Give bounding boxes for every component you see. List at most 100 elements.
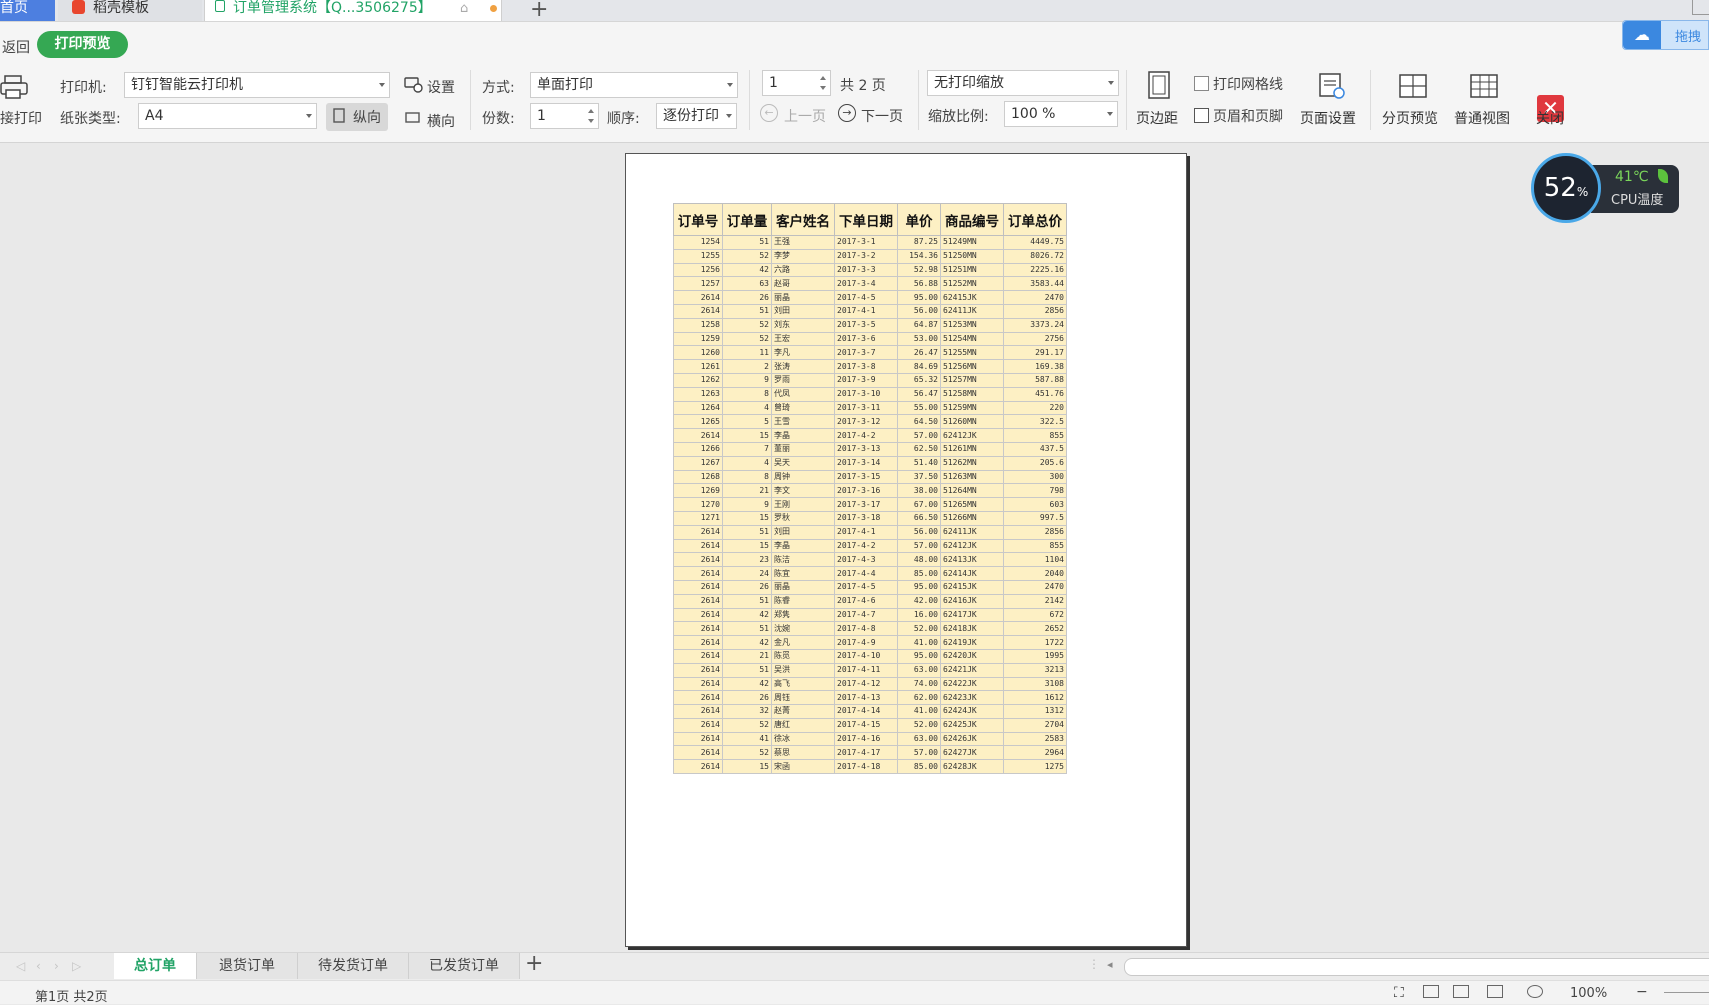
table-cell: 62422JK xyxy=(940,676,1004,692)
arrow-down-icon[interactable] xyxy=(820,86,826,90)
printer-select[interactable]: 钉钉智能云打印机 xyxy=(124,72,390,98)
table-cell: 1271 xyxy=(673,510,723,526)
arrow-up-icon[interactable] xyxy=(588,109,594,113)
table-cell: 1995 xyxy=(1003,648,1067,664)
print-gridlines-checkbox[interactable]: 打印网格线 xyxy=(1194,74,1283,94)
paper-type-select[interactable]: A4 xyxy=(138,103,317,129)
zoom-slider[interactable] xyxy=(1664,992,1709,993)
reading-mode-icon[interactable] xyxy=(1487,985,1503,998)
portrait-button[interactable]: 纵向 xyxy=(326,103,388,131)
zoom-select[interactable]: 100 % xyxy=(1004,101,1118,127)
table-cell: 74.00 xyxy=(897,676,941,692)
page-setup-icon[interactable] xyxy=(1318,72,1346,100)
table-cell: 1261 xyxy=(673,359,723,374)
table-cell: 15 xyxy=(722,428,772,443)
table-cell: 51262MN xyxy=(940,455,1004,471)
table-cell: 64.50 xyxy=(897,414,941,430)
pin-icon[interactable]: ⌂ xyxy=(460,1,468,16)
table-row: 2614 15 李晶 2017-4-2 57.00 62412JK 855 xyxy=(673,538,1067,554)
table-row: 2614 32 赵菁 2017-4-14 41.00 62424JK 1312 xyxy=(673,704,1067,719)
landscape-page-icon xyxy=(405,112,420,123)
table-cell: 95.00 xyxy=(897,290,941,305)
settings-button[interactable]: 设置 xyxy=(427,77,455,97)
sheet-tab-return-orders[interactable]: 退货订单 xyxy=(197,953,298,979)
arrow-down-icon[interactable] xyxy=(588,119,594,123)
copies-label: 份数: xyxy=(482,111,515,127)
table-cell: 85.00 xyxy=(897,759,941,775)
direct-print-button[interactable]: 直接打印 xyxy=(0,108,42,128)
next-sheet-icon[interactable]: › xyxy=(54,959,59,973)
table-cell: 2614 xyxy=(673,593,723,609)
eye-protection-icon[interactable] xyxy=(1527,985,1543,998)
scroll-left-icon[interactable]: ◂ xyxy=(1107,958,1113,971)
new-tab-button[interactable]: + xyxy=(530,0,548,22)
last-sheet-icon[interactable]: ▷ xyxy=(72,959,81,973)
print-order-select[interactable]: 逐份打印 xyxy=(656,103,737,129)
tab-home[interactable]: 首页 xyxy=(0,0,55,21)
table-cell: 刘田 xyxy=(771,524,835,540)
table-cell: 2614 xyxy=(673,607,723,623)
print-scale-select[interactable]: 无打印缩放 xyxy=(927,70,1119,96)
table-cell: 罗雨 xyxy=(771,372,835,388)
page-layout-icon[interactable] xyxy=(1453,985,1469,998)
normal-view-status-icon[interactable] xyxy=(1423,985,1439,998)
zoom-out-icon[interactable]: − xyxy=(1636,984,1648,1000)
header-footer-button[interactable]: 页眉和页脚 xyxy=(1194,106,1283,126)
table-cell: 322.5 xyxy=(1003,414,1067,430)
normal-view-button[interactable]: 普通视图 xyxy=(1454,108,1510,128)
table-cell: 2017-4-12 xyxy=(834,676,898,692)
printer-icon[interactable] xyxy=(0,74,28,100)
landscape-button[interactable]: 横向 xyxy=(427,111,455,131)
cloud-drop-widget[interactable]: ☁ 拖拽 xyxy=(1622,20,1709,50)
printer-settings-icon[interactable] xyxy=(403,74,423,94)
back-button[interactable]: 返回 xyxy=(2,37,30,57)
margins-button[interactable]: 页边距 xyxy=(1136,108,1178,128)
margins-icon[interactable] xyxy=(1146,70,1172,100)
table-cell: 57.00 xyxy=(897,745,941,761)
table-cell: 2017-3-2 xyxy=(834,248,898,264)
page-break-preview-button[interactable]: 分页预览 xyxy=(1382,108,1438,128)
arrow-up-icon[interactable] xyxy=(820,76,826,80)
page-number-stepper[interactable]: 1 xyxy=(762,70,831,96)
tab-template[interactable]: 稻壳模板 xyxy=(58,0,202,21)
table-cell: 王强 xyxy=(771,235,835,250)
page-setup-button[interactable]: 页面设置 xyxy=(1300,108,1356,128)
table-cell: 2017-4-2 xyxy=(834,428,898,443)
table-cell: 62.00 xyxy=(897,690,941,706)
tab-document[interactable]: 订单管理系统【Q...3506275】 xyxy=(204,0,502,21)
copies-stepper[interactable]: 1 xyxy=(530,103,599,129)
window-restore-icon[interactable] xyxy=(1692,0,1709,15)
page-break-preview-icon[interactable] xyxy=(1398,73,1428,99)
sheet-tab-total-orders[interactable]: 总订单 xyxy=(114,953,197,979)
status-zoom[interactable]: 100% xyxy=(1570,986,1607,1001)
tab-document-label: 订单管理系统【Q...3506275】 xyxy=(233,0,432,16)
cpu-temperature-label: CPU温度 xyxy=(1611,193,1664,208)
prev-page-button[interactable]: 上一页 xyxy=(784,106,826,126)
chevron-down-icon xyxy=(379,83,385,87)
print-mode-select[interactable]: 单面打印 xyxy=(530,72,738,98)
table-cell: 刘东 xyxy=(771,317,835,333)
sheet-tab-pending-orders[interactable]: 待发货订单 xyxy=(298,953,409,979)
close-button[interactable]: 关闭 xyxy=(1536,108,1564,128)
first-sheet-icon[interactable]: ◁ xyxy=(16,959,25,973)
table-cell: 67.00 xyxy=(897,497,941,512)
split-handle-icon[interactable]: ⋮ xyxy=(1088,957,1100,971)
table-cell: 62418JK xyxy=(940,621,1004,637)
table-cell: 2614 xyxy=(673,662,723,678)
horizontal-scrollbar[interactable] xyxy=(1124,958,1709,976)
print-mode-value: 单面打印 xyxy=(537,77,593,93)
sheet-tab-shipped-orders[interactable]: 已发货订单 xyxy=(409,953,520,979)
table-cell: 2017-4-17 xyxy=(834,745,898,761)
table-cell: 41.00 xyxy=(897,704,941,719)
chevron-down-icon xyxy=(727,83,733,87)
table-cell: 11 xyxy=(722,345,772,361)
prev-sheet-icon[interactable]: ‹ xyxy=(36,959,41,973)
add-sheet-button[interactable]: + xyxy=(525,951,543,976)
normal-view-icon[interactable] xyxy=(1469,73,1499,99)
table-cell: 2017-3-1 xyxy=(834,235,898,250)
fullscreen-icon[interactable]: ⛶ xyxy=(1394,985,1410,1001)
cpu-monitor-widget[interactable]: 52% 41℃ CPU温度 xyxy=(1531,153,1679,227)
table-row: 1257 63 赵哥 2017-3-4 56.88 51252MN 3583.44 xyxy=(673,276,1067,292)
separator xyxy=(1370,70,1371,130)
next-page-button[interactable]: 下一页 xyxy=(861,106,903,126)
